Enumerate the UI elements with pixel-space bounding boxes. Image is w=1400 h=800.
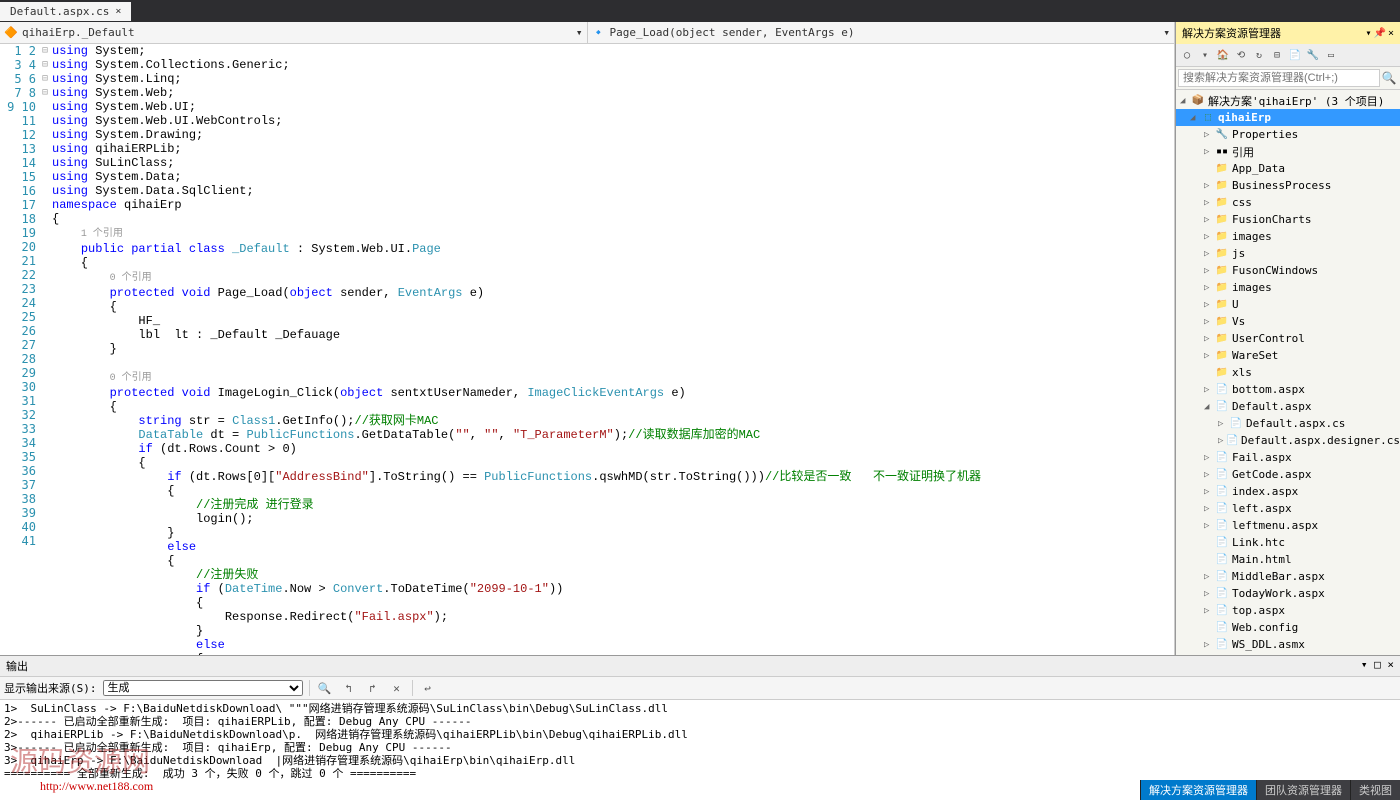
node-default-aspx[interactable]: ◢📄Default.aspx [1176,398,1400,415]
output-toolbar: 显示输出来源(S): 生成 🔍 ↰ ↱ ✕ ↩ [0,677,1400,700]
chevron-down-icon: ▾ [576,26,583,39]
collapse-icon[interactable]: ⊟ [1269,47,1285,63]
dropdown-icon[interactable]: ▾ [1361,658,1368,671]
home-icon[interactable]: 🏠 [1215,47,1231,63]
dropdown-icon[interactable]: ▾ [1365,28,1371,39]
solution-explorer: 解决方案资源管理器 ▾ 📌 × ◯ ▾ 🏠 ⟲ ↻ ⊟ 📄 🔧 ▭ 🔍 ◢📦解决… [1175,22,1400,655]
code-editor: 🔶 qihaiErp._Default ▾ 🔹 Page_Load(object… [0,22,1175,655]
tab-team-explorer[interactable]: 团队资源管理器 [1256,780,1350,800]
find-icon[interactable]: 🔍 [316,679,334,697]
output-title-bar: 输出 ▾ □ × [0,656,1400,677]
maximize-icon[interactable]: □ [1374,658,1381,671]
node-js[interactable]: ▷📁js [1176,245,1400,262]
solution-search: 🔍 [1176,67,1400,90]
node-references[interactable]: ▷▪▪引用 [1176,143,1400,160]
wrap-icon[interactable]: ↩ [419,679,437,697]
navigation-bar: 🔶 qihaiErp._Default ▾ 🔹 Page_Load(object… [0,22,1174,44]
node-usercontrol[interactable]: ▷📁UserControl [1176,330,1400,347]
tab-solution-explorer[interactable]: 解决方案资源管理器 [1140,780,1256,800]
search-input[interactable] [1178,69,1380,87]
code-content[interactable]: using System; using System.Collections.G… [52,44,1174,655]
sync-icon[interactable]: ⟲ [1233,47,1249,63]
node-businessprocess[interactable]: ▷📁BusinessProcess [1176,177,1400,194]
file-tab[interactable]: Default.aspx.cs × [0,2,131,21]
chevron-down-icon: ▾ [1163,26,1170,39]
method-icon: 🔹 [592,26,606,40]
node-middlebar-aspx[interactable]: ▷📄MiddleBar.aspx [1176,568,1400,585]
preview-icon[interactable]: ▭ [1323,47,1339,63]
node-default-aspx-cs[interactable]: ▷📄Default.aspx.cs [1176,415,1400,432]
back-icon[interactable]: ◯ [1179,47,1195,63]
node-fail-aspx[interactable]: ▷📄Fail.aspx [1176,449,1400,466]
node-xls[interactable]: 📁xls [1176,364,1400,381]
search-icon[interactable]: 🔍 [1380,69,1398,87]
node-link-htc[interactable]: 📄Link.htc [1176,534,1400,551]
node-main-html[interactable]: 📄Main.html [1176,551,1400,568]
fold-column[interactable]: ⊟ ⊟ ⊟ ⊟ [42,44,52,655]
code-area[interactable]: 1 2 3 4 5 6 7 8 9 10 11 12 13 14 15 16 1… [0,44,1174,655]
node-images2[interactable]: ▷📁images [1176,279,1400,296]
node-properties[interactable]: ▷🔧Properties [1176,126,1400,143]
close-icon[interactable]: × [115,6,121,17]
node-leftmenu-aspx[interactable]: ▷📄leftmenu.aspx [1176,517,1400,534]
node-images[interactable]: ▷📁images [1176,228,1400,245]
class-dropdown[interactable]: 🔶 qihaiErp._Default ▾ [0,22,588,43]
solution-toolbar: ◯ ▾ 🏠 ⟲ ↻ ⊟ 📄 🔧 ▭ [1176,44,1400,67]
refresh-icon[interactable]: ↻ [1251,47,1267,63]
member-dropdown[interactable]: 🔹 Page_Load(object sender, EventArgs e) … [588,22,1175,43]
node-u[interactable]: ▷📁U [1176,296,1400,313]
node-bottom-aspx[interactable]: ▷📄bottom.aspx [1176,381,1400,398]
project-qihaierp[interactable]: ◢⬚qihaiErp [1176,109,1400,126]
node-fusoncwindows[interactable]: ▷📁FusonCWindows [1176,262,1400,279]
node-appdata[interactable]: 📁App_Data [1176,160,1400,177]
prev-icon[interactable]: ↰ [340,679,358,697]
close-icon[interactable]: × [1387,658,1394,671]
node-top-aspx[interactable]: ▷📄top.aspx [1176,602,1400,619]
clear-icon[interactable]: ✕ [388,679,406,697]
next-icon[interactable]: ↱ [364,679,382,697]
node-vs[interactable]: ▷📁Vs [1176,313,1400,330]
node-webconfig[interactable]: 📄Web.config [1176,619,1400,636]
show-all-icon[interactable]: 📄 [1287,47,1303,63]
node-left-aspx[interactable]: ▷📄left.aspx [1176,500,1400,517]
solution-tree[interactable]: ◢📦解决方案'qihaiErp' (3 个项目) ◢⬚qihaiErp ▷🔧Pr… [1176,90,1400,655]
solution-root[interactable]: ◢📦解决方案'qihaiErp' (3 个项目) [1176,92,1400,109]
node-getcode-aspx[interactable]: ▷📄GetCode.aspx [1176,466,1400,483]
forward-icon[interactable]: ▾ [1197,47,1213,63]
solution-title-bar: 解决方案资源管理器 ▾ 📌 × [1176,22,1400,44]
output-source-select[interactable]: 生成 [103,680,303,696]
pin-icon[interactable]: 📌 [1374,28,1386,39]
close-icon[interactable]: × [1388,28,1394,39]
node-wsddl-asmx[interactable]: ▷📄WS_DDL.asmx [1176,636,1400,653]
bottom-tabs: 解决方案资源管理器 团队资源管理器 类视图 [1140,780,1400,800]
node-index-aspx[interactable]: ▷📄index.aspx [1176,483,1400,500]
node-zc-aspx[interactable]: ▷📄zc.aspx [1176,653,1400,655]
node-default-designer-cs[interactable]: ▷📄Default.aspx.designer.cs [1176,432,1400,449]
node-wareset[interactable]: ▷📁WareSet [1176,347,1400,364]
node-css[interactable]: ▷📁css [1176,194,1400,211]
node-todaywork-aspx[interactable]: ▷📄TodayWork.aspx [1176,585,1400,602]
properties-icon[interactable]: 🔧 [1305,47,1321,63]
tab-class-view[interactable]: 类视图 [1350,780,1400,800]
tab-label: Default.aspx.cs [10,5,109,18]
output-panel: 输出 ▾ □ × 显示输出来源(S): 生成 🔍 ↰ ↱ ✕ ↩ 1> SuLi… [0,655,1400,800]
line-numbers: 1 2 3 4 5 6 7 8 9 10 11 12 13 14 15 16 1… [0,44,42,655]
class-icon: 🔶 [4,26,18,40]
node-fusioncharts[interactable]: ▷📁FusionCharts [1176,211,1400,228]
document-tab-bar: Default.aspx.cs × [0,0,1400,22]
